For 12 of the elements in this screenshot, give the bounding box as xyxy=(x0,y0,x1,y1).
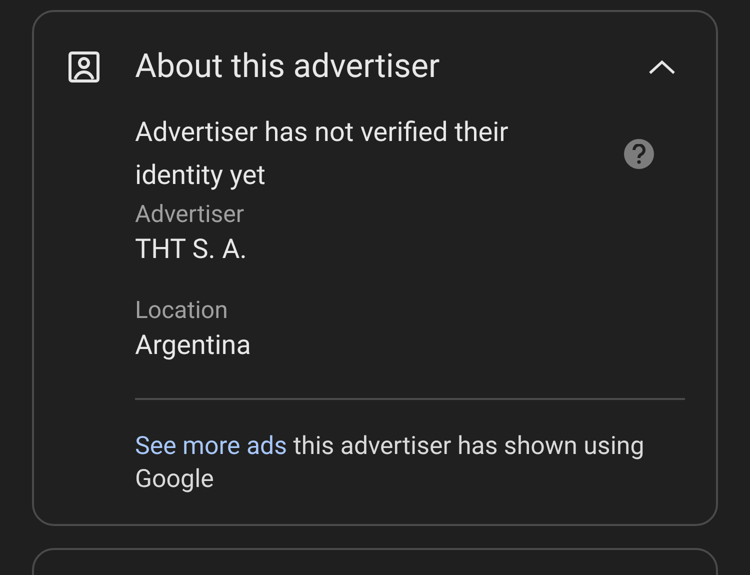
field-value: Argentina xyxy=(135,328,252,364)
see-more-ads-link[interactable]: See more ads xyxy=(135,432,288,462)
person-icon xyxy=(68,50,100,83)
field-value: THT S. A. xyxy=(135,232,248,268)
field-label: Location xyxy=(135,295,229,326)
help-button[interactable] xyxy=(624,139,654,170)
help-icon xyxy=(632,144,646,164)
verification-notice: Advertiser has not verified their identity yet xyxy=(135,115,510,194)
more-ads-text: See more ads this advertiser has shown using Google xyxy=(135,431,646,496)
section-title: About this advertiser xyxy=(135,46,440,88)
chevron-icon xyxy=(648,58,676,75)
field-label: Advertiser xyxy=(135,199,246,230)
